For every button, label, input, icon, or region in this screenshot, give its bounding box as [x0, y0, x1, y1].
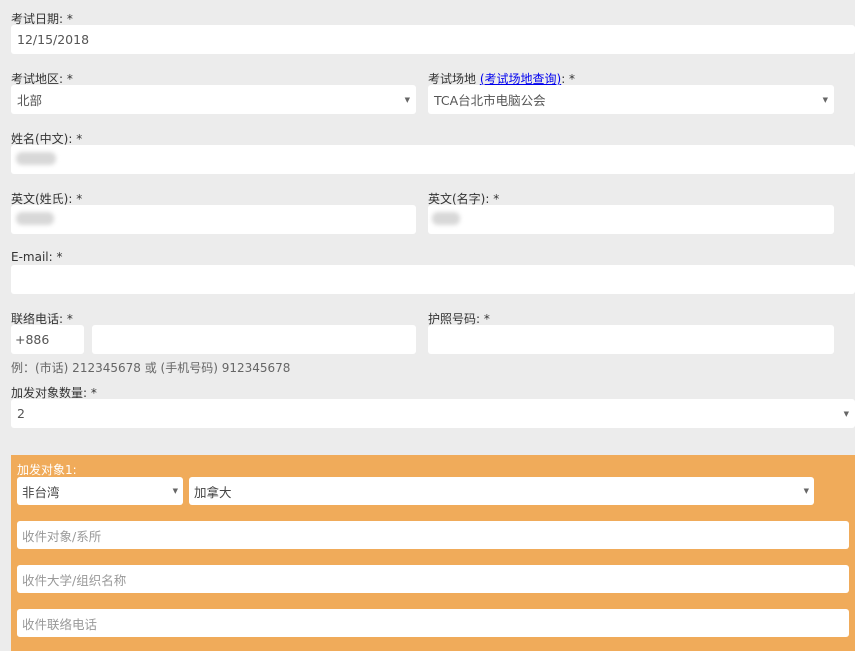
chevron-down-icon: ▼ — [172, 487, 178, 495]
country-code-value: +886 — [15, 332, 50, 347]
chevron-down-icon: ▼ — [404, 95, 410, 104]
recipient-target-placeholder: 收件对象/系所 — [22, 528, 102, 544]
phone-input[interactable] — [92, 325, 416, 354]
exam-site-lookup-link[interactable]: (考试场地查询) — [480, 72, 561, 86]
exam-site-label-suffix: : * — [561, 72, 576, 86]
location-type-value: 非台湾 — [22, 484, 60, 500]
exam-site-label-prefix: 考试场地 — [428, 72, 480, 86]
phone-hint: 例：(市话) 212345678 或 (手机号码) 912345678 — [11, 361, 291, 375]
redacted-text — [432, 212, 460, 225]
exam-date-value: 12/15/2018 — [17, 32, 90, 47]
copies-select[interactable]: 2 ▼ — [11, 399, 855, 428]
exam-date-field[interactable]: 12/15/2018 — [11, 25, 855, 54]
chevron-down-icon: ▼ — [822, 95, 828, 104]
en-surname-input[interactable] — [11, 205, 416, 234]
exam-site-select[interactable]: TCA台北市电脑公会 ▼ — [428, 85, 834, 114]
redacted-text — [16, 152, 56, 165]
country-code-input[interactable]: +886 — [11, 325, 84, 354]
email-input[interactable] — [11, 265, 855, 294]
recipient-target-input[interactable]: 收件对象/系所 — [17, 521, 849, 549]
recipient-section: 加发对象1: 非台湾 ▼ 加拿大 ▼ 收件对象/系所 收件大学/组织名称 收件联… — [11, 455, 855, 651]
en-given-input[interactable] — [428, 205, 834, 234]
redacted-text — [16, 212, 54, 225]
country-value: 加拿大 — [194, 484, 232, 500]
copies-value: 2 — [17, 406, 25, 421]
exam-site-value: TCA台北市电脑公会 — [434, 93, 546, 108]
recipient-phone-placeholder: 收件联络电话 — [22, 616, 98, 632]
recipient-title: 加发对象1: — [17, 463, 77, 477]
recipient-university-placeholder: 收件大学/组织名称 — [22, 572, 127, 588]
email-label: E-mail: * — [11, 250, 63, 264]
chevron-down-icon: ▼ — [843, 409, 849, 418]
exam-region-select[interactable]: 北部 ▼ — [11, 85, 416, 114]
location-type-select[interactable]: 非台湾 ▼ — [17, 477, 183, 505]
recipient-university-input[interactable]: 收件大学/组织名称 — [17, 565, 849, 593]
chevron-down-icon: ▼ — [803, 487, 809, 495]
country-select[interactable]: 加拿大 ▼ — [189, 477, 814, 505]
passport-input[interactable] — [428, 325, 834, 354]
exam-region-value: 北部 — [17, 93, 43, 108]
recipient-phone-input[interactable]: 收件联络电话 — [17, 609, 849, 637]
name-cn-input[interactable] — [11, 145, 855, 174]
